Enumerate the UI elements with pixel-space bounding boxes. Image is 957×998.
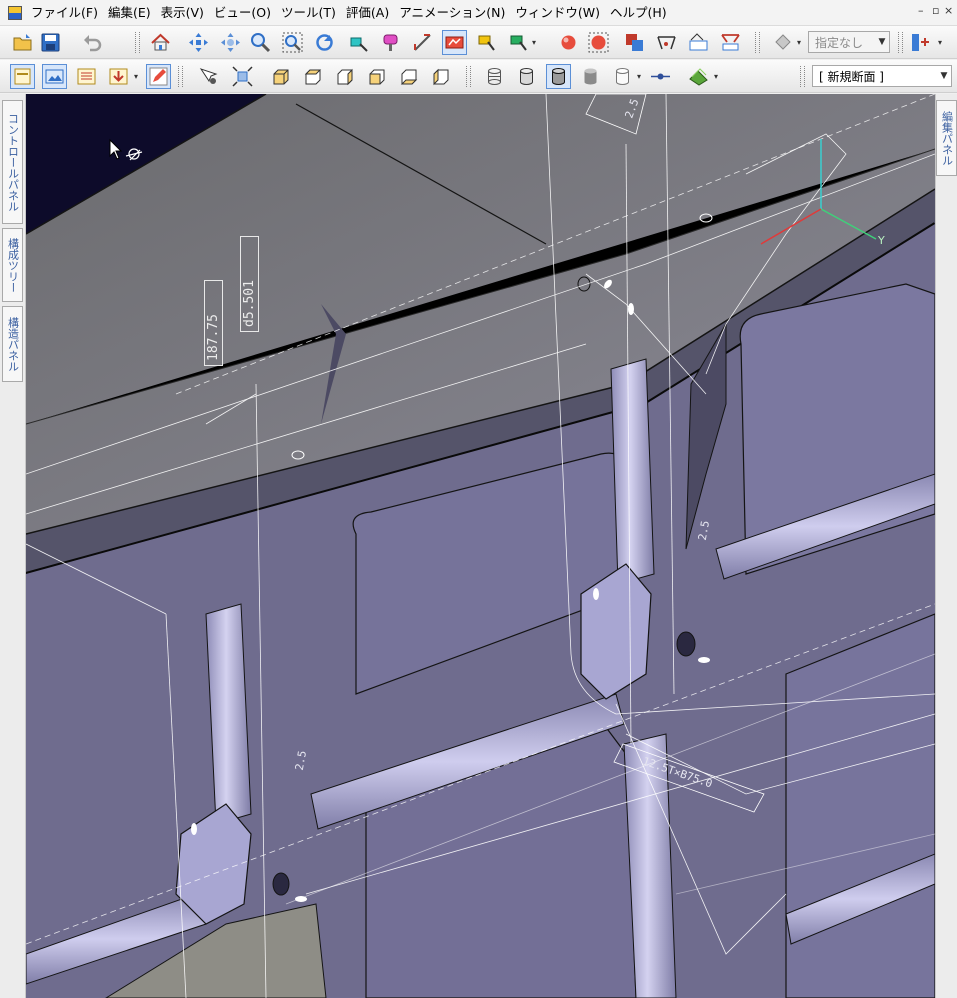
pencil-edit-icon[interactable] bbox=[146, 64, 171, 89]
wire-marker bbox=[593, 588, 599, 600]
cursor-probe-icon[interactable] bbox=[196, 64, 221, 89]
undo-icon[interactable] bbox=[80, 30, 105, 55]
fill-tool-icon[interactable] bbox=[770, 30, 795, 55]
layout-split-icon[interactable] bbox=[908, 30, 933, 55]
vertical-rib bbox=[610, 358, 655, 585]
section-select[interactable]: [ 新規断面 ] ▼ bbox=[812, 65, 952, 87]
tab-structure-tree[interactable]: 構成ツリー bbox=[2, 228, 23, 302]
toolbar-grip[interactable] bbox=[800, 66, 805, 87]
wire-marker bbox=[295, 896, 307, 902]
chevron-down-icon[interactable]: ▾ bbox=[637, 72, 641, 81]
chevron-down-icon[interactable]: ▾ bbox=[938, 38, 942, 47]
menu-edit[interactable]: 編集(E) bbox=[103, 0, 156, 26]
view-iso-icon[interactable] bbox=[428, 64, 453, 89]
sphere-point-icon[interactable] bbox=[556, 30, 581, 55]
chevron-down-icon: ▼ bbox=[878, 37, 886, 47]
shaded-icon[interactable] bbox=[578, 64, 603, 89]
zoom-icon[interactable] bbox=[248, 30, 273, 55]
image-window-icon[interactable] bbox=[42, 64, 67, 89]
section-annotation-icon[interactable] bbox=[718, 30, 743, 55]
pick-magenta-icon[interactable] bbox=[378, 30, 403, 55]
menu-window[interactable]: ウィンドウ(W) bbox=[510, 0, 605, 26]
layer-display-icon[interactable] bbox=[686, 64, 711, 89]
color-pick-green-icon[interactable] bbox=[506, 30, 531, 55]
home-view-icon[interactable] bbox=[148, 30, 173, 55]
highlight-tool-icon[interactable] bbox=[442, 30, 467, 55]
panel-window-icon[interactable] bbox=[10, 64, 35, 89]
list-window-icon[interactable] bbox=[74, 64, 99, 89]
tab-structure-panel[interactable]: 構造パネル bbox=[2, 306, 23, 382]
hole bbox=[272, 872, 290, 896]
toolbar-grip[interactable] bbox=[898, 32, 903, 53]
sphere-select-icon[interactable] bbox=[586, 30, 611, 55]
chevron-down-icon[interactable]: ▾ bbox=[797, 38, 801, 47]
measure-icon[interactable] bbox=[410, 30, 435, 55]
tab-edit-panel[interactable]: 編集パネル bbox=[936, 100, 957, 176]
chevron-down-icon[interactable]: ▾ bbox=[532, 38, 536, 47]
close-button[interactable]: × bbox=[944, 4, 953, 17]
menu-view[interactable]: 表示(V) bbox=[156, 0, 209, 26]
wire-marker bbox=[698, 657, 710, 663]
restore-button[interactable]: ▫ bbox=[932, 4, 939, 17]
zoom-window-icon[interactable] bbox=[280, 30, 305, 55]
menu-viewpoint[interactable]: ビュー(O) bbox=[209, 0, 276, 26]
view-top-icon[interactable] bbox=[300, 64, 325, 89]
menu-evaluate[interactable]: 評価(A) bbox=[341, 0, 394, 26]
target-select[interactable]: 指定なし ▼ bbox=[808, 31, 890, 53]
view-side-icon[interactable] bbox=[332, 64, 357, 89]
view-bottom-icon[interactable] bbox=[396, 64, 421, 89]
pocket-panel bbox=[785, 613, 935, 998]
minimize-button[interactable]: – bbox=[918, 4, 924, 17]
hole bbox=[676, 631, 696, 657]
fit-all-icon[interactable] bbox=[230, 64, 255, 89]
chevron-down-icon[interactable]: ▾ bbox=[714, 72, 718, 81]
toolbar-grip[interactable] bbox=[178, 66, 183, 87]
wire-marker bbox=[628, 303, 634, 315]
shaded-edges-icon[interactable] bbox=[546, 64, 571, 89]
color-pick-yellow-icon[interactable] bbox=[474, 30, 499, 55]
menu-animation[interactable]: アニメーション(N) bbox=[394, 0, 510, 26]
menu-bar: ファイル(F) 編集(E) 表示(V) ビュー(O) ツール(T) 評価(A) … bbox=[0, 0, 957, 26]
dimension-label[interactable]: 187.75 bbox=[204, 280, 223, 366]
3d-viewport[interactable]: 187.75 d5.501 2.5 2.5 2.5 12.5T×B75.0 Y bbox=[26, 94, 935, 998]
open-folder-icon[interactable] bbox=[10, 30, 35, 55]
dimension-icon[interactable] bbox=[654, 30, 679, 55]
pick-cyan-icon[interactable] bbox=[346, 30, 371, 55]
annotation-icon[interactable] bbox=[686, 30, 711, 55]
app-icon[interactable] bbox=[8, 5, 22, 20]
axis-y-label: Y bbox=[878, 234, 885, 247]
copy-object-icon[interactable] bbox=[622, 30, 647, 55]
hidden-line-icon[interactable] bbox=[514, 64, 539, 89]
view-front-icon[interactable] bbox=[268, 64, 293, 89]
toolbar-grip[interactable] bbox=[466, 66, 471, 87]
display-toolbar: ▾ ▾ ▾ [新規断面] ▼ bbox=[0, 60, 957, 93]
main-toolbar: ▾ ▾ 指定なし ▼ ▾ bbox=[0, 26, 957, 59]
menu-file[interactable]: ファイル(F) bbox=[26, 0, 103, 26]
right-panel-tabs: 編集パネル bbox=[935, 94, 957, 998]
rotate-view-icon[interactable] bbox=[218, 30, 243, 55]
menu-help[interactable]: ヘルプ(H) bbox=[605, 0, 672, 26]
wireframe-icon[interactable] bbox=[482, 64, 507, 89]
left-panel-tabs: コントロールパネル 構成ツリー 構造パネル bbox=[0, 94, 26, 998]
chevron-down-icon[interactable]: ▾ bbox=[134, 72, 138, 81]
import-icon[interactable] bbox=[106, 64, 131, 89]
tab-control-panel[interactable]: コントロールパネル bbox=[2, 100, 23, 224]
chevron-down-icon: ▼ bbox=[940, 71, 948, 81]
point-line-icon[interactable] bbox=[648, 64, 673, 89]
transparent-icon[interactable] bbox=[610, 64, 635, 89]
toolbar-grip[interactable] bbox=[755, 32, 760, 53]
menu-tools[interactable]: ツール(T) bbox=[276, 0, 341, 26]
pan-icon[interactable] bbox=[186, 30, 211, 55]
model-scene bbox=[26, 94, 935, 998]
view-back-icon[interactable] bbox=[364, 64, 389, 89]
toolbar-grip[interactable] bbox=[135, 32, 140, 53]
refresh-view-icon[interactable] bbox=[312, 30, 337, 55]
dimension-label[interactable]: d5.501 bbox=[240, 236, 259, 332]
save-icon[interactable] bbox=[38, 30, 63, 55]
wire-marker bbox=[191, 823, 197, 835]
